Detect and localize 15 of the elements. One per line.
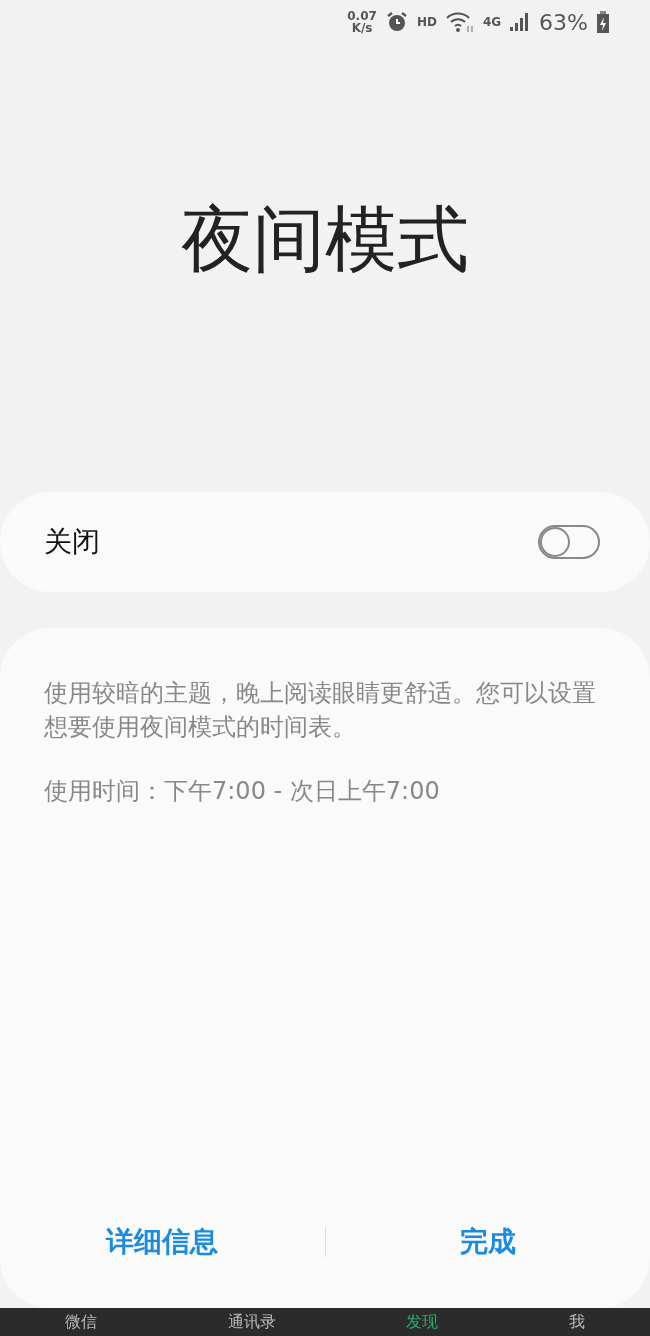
- bottom-tab[interactable]: 发现: [406, 1312, 439, 1333]
- wifi-icon: [444, 10, 475, 34]
- battery-charging-icon: [596, 10, 610, 34]
- schedule-text: 使用时间：下午7:00 - 次日上午7:00: [44, 776, 441, 807]
- toggle-switch[interactable]: [538, 525, 600, 559]
- description-text: 使用较暗的主题，晚上阅读眼睛更舒适。您可以设置想要使用夜间模式的时间表。: [44, 678, 597, 743]
- network-speed: 0.07 K/s: [347, 10, 377, 34]
- page-title: 夜间模式: [181, 196, 469, 283]
- bottom-tab[interactable]: 通讯录: [227, 1312, 276, 1333]
- battery-percentage: 63%: [539, 9, 588, 35]
- bottom-tab[interactable]: 微信: [65, 1312, 98, 1333]
- hd-label: HD: [416, 15, 437, 29]
- bottom-tab[interactable]: 我: [568, 1312, 585, 1333]
- network-type-label: 4G: [482, 15, 502, 29]
- toggle-label: 关闭: [44, 524, 100, 560]
